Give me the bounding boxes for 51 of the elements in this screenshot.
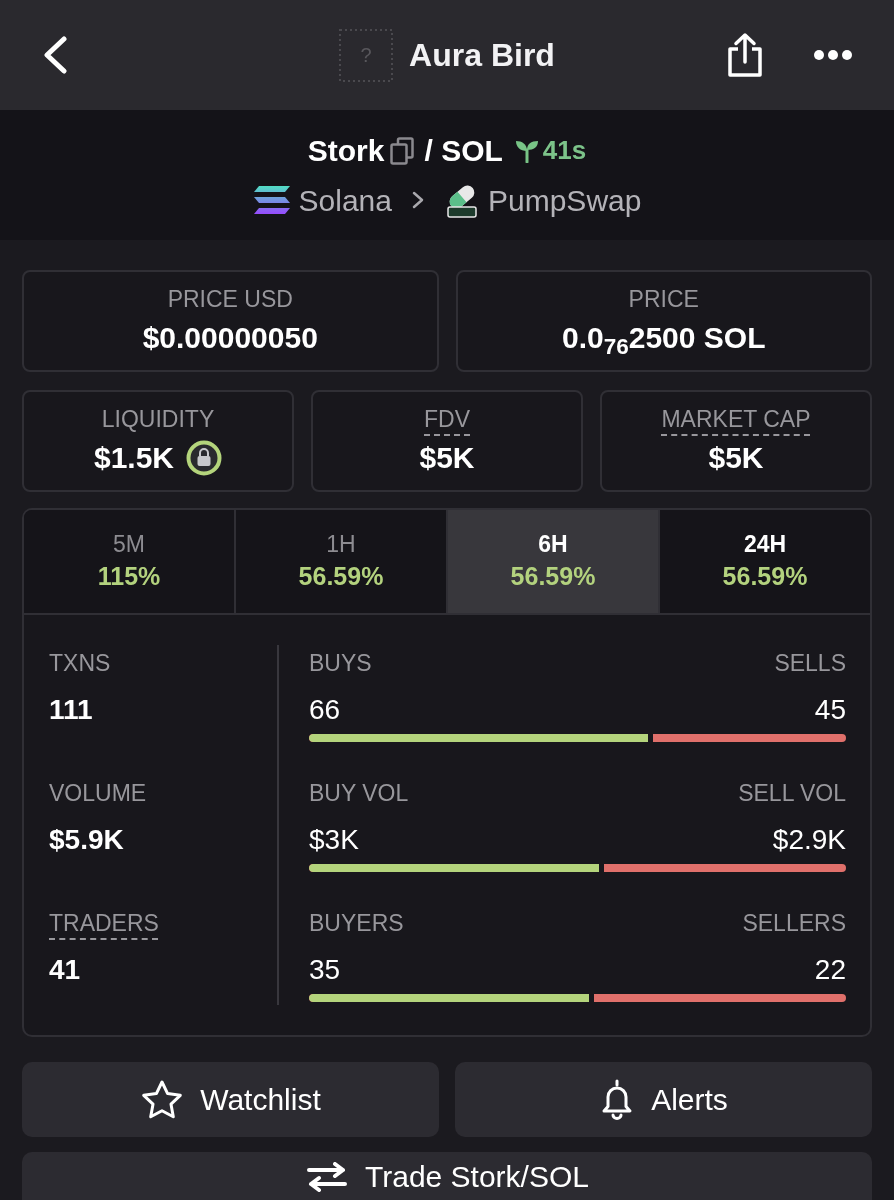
stat-label: LIQUIDITY (101, 405, 215, 435)
stat-value: $5K (708, 440, 764, 477)
sprout-icon (514, 138, 539, 163)
sell-side-value: 22 (814, 953, 846, 987)
sell-side-value: $2.9K (772, 823, 846, 857)
question-mark: ? (360, 45, 372, 65)
chevron-right-icon (412, 191, 424, 210)
dex-link[interactable]: PumpSwap (488, 181, 642, 219)
share-icon[interactable] (726, 32, 764, 78)
buy-side-value: 35 (309, 953, 341, 987)
pair-age: 41s (542, 135, 587, 167)
star-icon (140, 1078, 185, 1121)
sell-side-label: SELLS (774, 649, 846, 678)
stat-label: PRICE (628, 285, 699, 315)
chain-link[interactable]: Solana (298, 181, 392, 219)
buy-side-value: 66 (309, 693, 341, 727)
buy-side-label: BUY VOL (309, 779, 409, 808)
stat-value: $5.9K (49, 823, 124, 857)
quote-token-name: / SOL (424, 133, 503, 169)
copy-icon[interactable] (390, 136, 415, 165)
stat-value: 0.0$_{76}$2500 SOL (562, 320, 766, 357)
buy-side-value: $3K (309, 823, 359, 857)
stat-label: TXNS (49, 649, 111, 678)
stat-value: $1.5K (93, 440, 175, 477)
stat-label: FDV (424, 405, 470, 435)
pill-logo-icon (444, 182, 480, 219)
stat-value: 111 (49, 693, 93, 727)
stat-label: VOLUME (49, 779, 147, 808)
watchlist-button[interactable]: Watchlist (22, 1062, 439, 1137)
timeframe-tab[interactable]: 5M 115% (24, 510, 236, 613)
back-icon[interactable] (42, 36, 68, 74)
trade-button[interactable]: Trade Stork/SOL (22, 1152, 872, 1200)
stat-label: TRADERS (49, 909, 159, 938)
chain-logo-icon (252, 185, 291, 216)
stat-value: 41 (49, 953, 81, 987)
stat-label: MARKET CAP (661, 405, 811, 435)
sell-side-label: SELLERS (742, 909, 846, 938)
swap-arrows-icon (305, 1162, 349, 1192)
more-icon[interactable] (814, 50, 852, 60)
sell-side-label: SELL VOL (738, 779, 846, 808)
dotted-frame-icon (339, 28, 394, 82)
page-title: Aura Bird (409, 35, 555, 75)
alerts-button[interactable]: Alerts (455, 1062, 872, 1137)
buy-side-label: BUYERS (309, 909, 404, 938)
stat-label: PRICE USD (167, 285, 293, 315)
base-token-name: Stork (307, 133, 385, 169)
buy-side-label: BUYS (309, 649, 372, 678)
stat-value: $0.00000050 (142, 320, 318, 357)
timeframe-tab[interactable]: 6H 56.59% (448, 510, 660, 613)
stat-value: $5K (419, 440, 475, 477)
sell-side-value: 45 (814, 693, 846, 727)
